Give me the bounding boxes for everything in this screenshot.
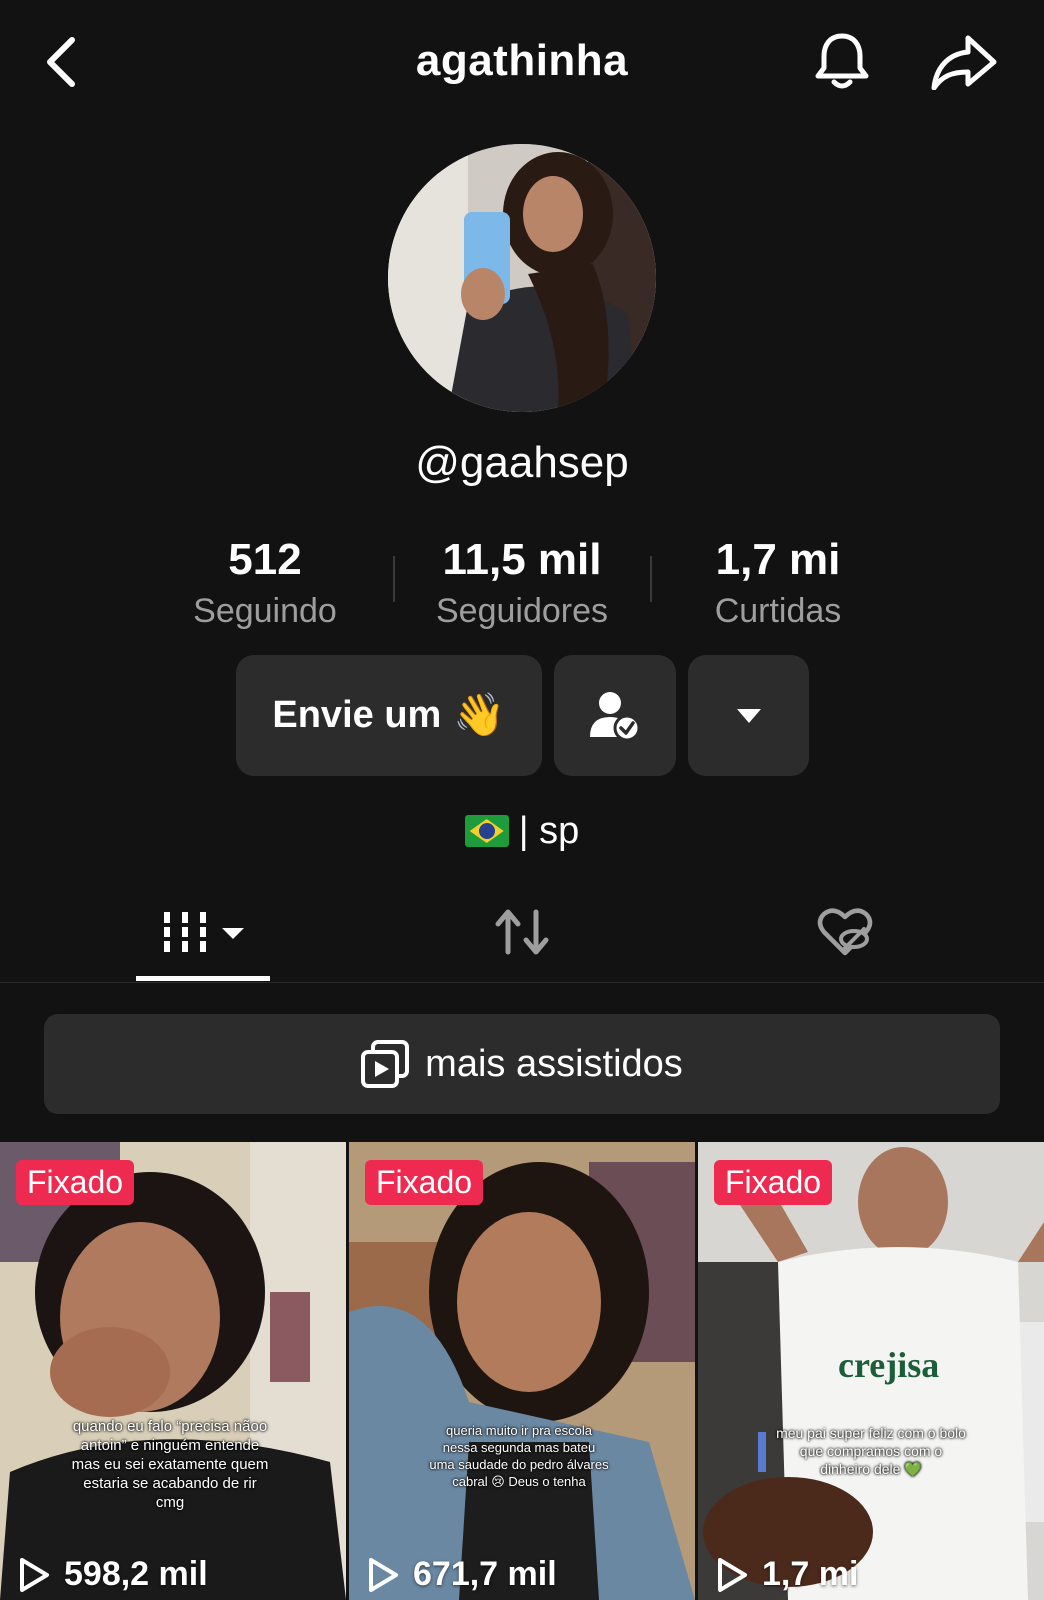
- send-message-button[interactable]: Envie um 👋: [236, 655, 542, 776]
- view-count-text: 598,2 mil: [64, 1555, 208, 1593]
- pinned-badge: Fixado: [16, 1160, 135, 1205]
- video-thumbnail-image: crejisa: [698, 1142, 1044, 1600]
- stat-followers[interactable]: 11,5 mil Seguidores: [422, 532, 622, 634]
- share-icon[interactable]: [930, 34, 998, 90]
- brazil-flag-icon: [464, 815, 509, 847]
- tab-videos[interactable]: [136, 882, 270, 982]
- view-count-text: 1,7 mi: [762, 1555, 859, 1593]
- likes-count: 1,7 mi: [715, 535, 841, 584]
- play-icon: [20, 1557, 49, 1592]
- video-grid-icon: [160, 912, 244, 952]
- profile-tabs: [0, 882, 1044, 983]
- followers-count: 11,5 mil: [442, 535, 602, 584]
- tab-reposts[interactable]: [470, 882, 574, 982]
- video-caption: quando eu falo “precisa nãoo antoin” e n…: [71, 1418, 269, 1511]
- stat-divider: [650, 556, 652, 602]
- most-watched-playlist-button[interactable]: mais assistidos: [44, 1014, 1000, 1114]
- heart-hidden-icon: [817, 908, 873, 956]
- user-check-icon: [590, 691, 641, 741]
- video-grid: Fixado quando eu falo “precisa nãoo anto…: [0, 1142, 1044, 1600]
- video-caption: queria muito ir pra escola nessa segunda…: [429, 1423, 609, 1489]
- playlist-label: mais assistidos: [425, 1042, 683, 1085]
- svg-text:crejisa: crejisa: [838, 1345, 939, 1385]
- caret-down-icon: [736, 708, 761, 723]
- stat-divider: [393, 556, 395, 602]
- top-bar: agathinha: [0, 0, 1044, 120]
- video-caption: meu pai super feliz com o bolo que compr…: [776, 1425, 966, 1477]
- following-label: Seguindo: [193, 592, 337, 630]
- active-tab-indicator: [136, 976, 270, 981]
- playlist-icon: [361, 1040, 410, 1088]
- play-icon: [718, 1557, 747, 1592]
- bell-icon[interactable]: [812, 30, 872, 94]
- video-thumbnail-image: [0, 1142, 346, 1600]
- video-thumbnail[interactable]: Fixado queria muito ir pra escola nessa …: [349, 1142, 695, 1600]
- send-message-label: Envie um: [272, 694, 442, 736]
- stat-following[interactable]: 512 Seguindo: [165, 532, 365, 634]
- stat-likes[interactable]: 1,7 mi Curtidas: [678, 532, 878, 634]
- tab-liked-hidden[interactable]: [800, 882, 890, 982]
- video-thumbnail[interactable]: crejisa Fixado meu pai super feliz com o…: [698, 1142, 1044, 1600]
- view-count: 598,2 mil: [18, 1555, 208, 1594]
- waving-hand-emoji: 👋: [453, 691, 506, 738]
- pinned-badge: Fixado: [365, 1160, 484, 1205]
- more-options-button[interactable]: [688, 655, 809, 776]
- following-status-button[interactable]: [554, 655, 676, 776]
- view-count: 671,7 mil: [367, 1555, 557, 1594]
- video-thumbnail-image: [349, 1142, 695, 1600]
- following-count: 512: [228, 535, 302, 584]
- video-thumbnail[interactable]: Fixado quando eu falo “precisa nãoo anto…: [0, 1142, 346, 1600]
- username-handle: @gaahsep: [415, 438, 629, 487]
- followers-label: Seguidores: [435, 592, 608, 630]
- pinned-badge: Fixado: [714, 1160, 833, 1205]
- bio-text: | sp: [518, 810, 580, 852]
- play-icon: [369, 1557, 398, 1592]
- avatar[interactable]: [388, 144, 656, 412]
- bio: | sp: [0, 810, 1044, 853]
- view-count: 1,7 mi: [716, 1555, 858, 1594]
- likes-label: Curtidas: [714, 592, 842, 630]
- view-count-text: 671,7 mil: [413, 1555, 557, 1593]
- repost-icon: [495, 909, 549, 955]
- profile-name-title: agathinha: [415, 36, 629, 85]
